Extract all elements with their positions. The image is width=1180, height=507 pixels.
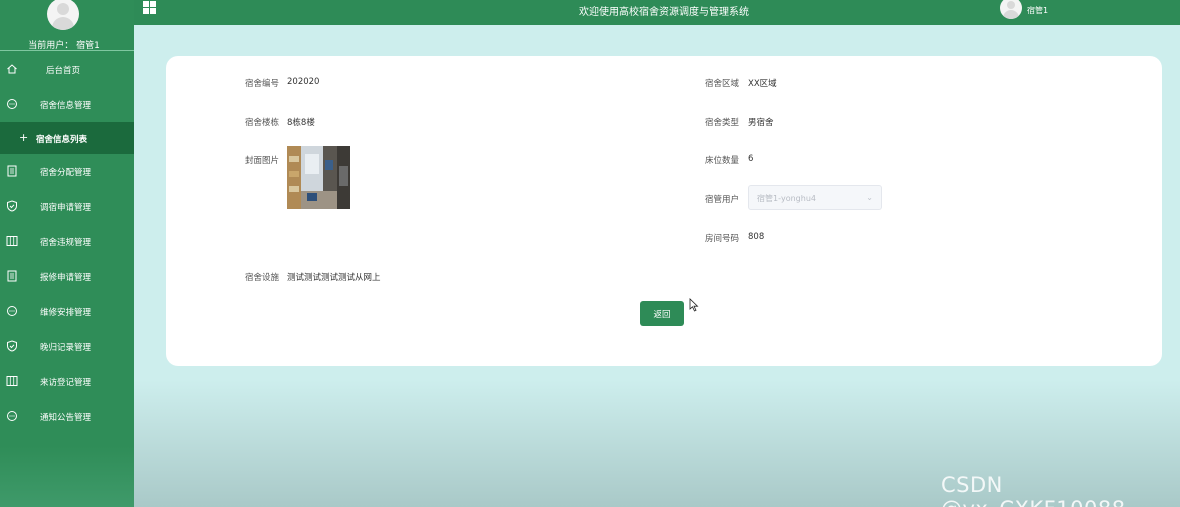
sidebar-item-label: 来访登记管理 — [40, 377, 92, 388]
sidebar: 当前用户： 宿管1 后台首页 宿舍信息管理 + 宿舍信息列表 宿舍分配管理 调宿… — [0, 0, 134, 507]
area-label: 宿舍区域 — [705, 79, 740, 89]
current-user-name: 宿管1 — [76, 41, 100, 51]
columns-icon — [6, 236, 18, 246]
sidebar-item-allocation[interactable]: 宿舍分配管理 — [0, 154, 134, 189]
header-avatar[interactable] — [1000, 0, 1022, 19]
shield-check-icon — [7, 200, 17, 212]
sidebar-item-label: 后台首页 — [46, 65, 81, 76]
type-label: 宿舍类型 — [705, 118, 740, 128]
mouse-cursor-icon — [689, 298, 699, 312]
sidebar-item-label: 宿舍信息管理 — [40, 100, 92, 111]
document-icon — [7, 270, 17, 282]
type-value: 男宿舍 — [748, 118, 774, 128]
app-title: 欢迎使用高校宿舍资源调度与管理系统 — [579, 7, 749, 18]
columns-icon — [6, 376, 18, 386]
sidebar-item-label: 维修安排管理 — [40, 307, 92, 318]
sidebar-item-repair-schedule[interactable]: 维修安排管理 — [0, 294, 134, 329]
facility-value: 测试测试测试测试从网上 — [287, 273, 381, 283]
sidebar-item-label: 调宿申请管理 — [40, 202, 92, 213]
current-user-label: 当前用户： — [28, 41, 74, 51]
sidebar-subitem-label: 宿舍信息列表 — [36, 135, 88, 145]
area-value: XX区域 — [748, 79, 777, 89]
chevron-down-icon: ⌄ — [866, 193, 873, 202]
building-label: 宿舍楼栋 — [245, 118, 280, 128]
sidebar-item-label: 报修申请管理 — [40, 272, 92, 283]
chat-icon — [7, 306, 17, 316]
shield-check-icon — [7, 340, 17, 352]
sidebar-subitem-dorm-list[interactable]: + 宿舍信息列表 — [0, 122, 134, 154]
sidebar-item-label: 宿舍分配管理 — [40, 167, 92, 178]
watermark: CSDN @vx_CXKF10088 — [941, 473, 1125, 507]
beds-value: 6 — [748, 154, 754, 164]
chat-icon — [7, 411, 17, 421]
sidebar-item-repair-request[interactable]: 报修申请管理 — [0, 259, 134, 294]
facility-label: 宿舍设施 — [245, 273, 280, 283]
sidebar-item-dorm-info[interactable]: 宿舍信息管理 — [0, 87, 134, 122]
sidebar-item-violation[interactable]: 宿舍违规管理 — [0, 224, 134, 259]
plus-icon: + — [19, 131, 29, 144]
sidebar-profile: 当前用户： 宿管1 — [0, 0, 134, 51]
room-value: 808 — [748, 232, 765, 242]
sidebar-item-late-return[interactable]: 晚归记录管理 — [0, 329, 134, 364]
chat-icon — [7, 99, 17, 109]
dorm-room-photo — [287, 146, 350, 209]
sidebar-item-visitor[interactable]: 来访登记管理 — [0, 364, 134, 399]
manager-select[interactable]: 宿管1-yonghu4 ⌄ — [748, 185, 882, 210]
top-header: 欢迎使用高校宿舍资源调度与管理系统 宿管1 — [134, 0, 1180, 25]
sidebar-item-home[interactable]: 后台首页 — [0, 52, 134, 87]
manager-label: 宿管用户 — [705, 195, 740, 205]
avatar[interactable] — [47, 0, 79, 30]
sidebar-item-label: 晚归记录管理 — [40, 342, 92, 353]
back-button[interactable]: 返回 — [640, 301, 684, 326]
dorm-detail-card: 宿舍编号 202020 宿舍区域 XX区域 宿舍楼栋 8栋8楼 宿舍类型 男宿舍… — [166, 56, 1162, 366]
room-label: 房间号码 — [705, 234, 740, 244]
avatar-head — [57, 3, 69, 15]
home-icon — [7, 64, 17, 74]
dorm-no-label: 宿舍编号 — [245, 79, 280, 89]
cover-image[interactable] — [287, 146, 350, 209]
manager-select-value: 宿管1-yonghu4 — [757, 194, 816, 203]
sidebar-item-label: 宿舍违规管理 — [40, 237, 92, 248]
current-user-line: 当前用户： 宿管1 — [0, 38, 128, 51]
avatar-body — [52, 17, 74, 30]
sidebar-item-notice[interactable]: 通知公告管理 — [0, 399, 134, 434]
cover-label: 封面图片 — [245, 156, 280, 166]
beds-label: 床位数量 — [705, 156, 740, 166]
sidebar-item-transfer[interactable]: 调宿申请管理 — [0, 189, 134, 224]
building-value: 8栋8楼 — [287, 118, 315, 128]
sidebar-item-label: 通知公告管理 — [40, 412, 92, 423]
dorm-no-value: 202020 — [287, 77, 320, 87]
header-user-name[interactable]: 宿管1 — [1027, 5, 1048, 16]
document-icon — [7, 165, 17, 177]
